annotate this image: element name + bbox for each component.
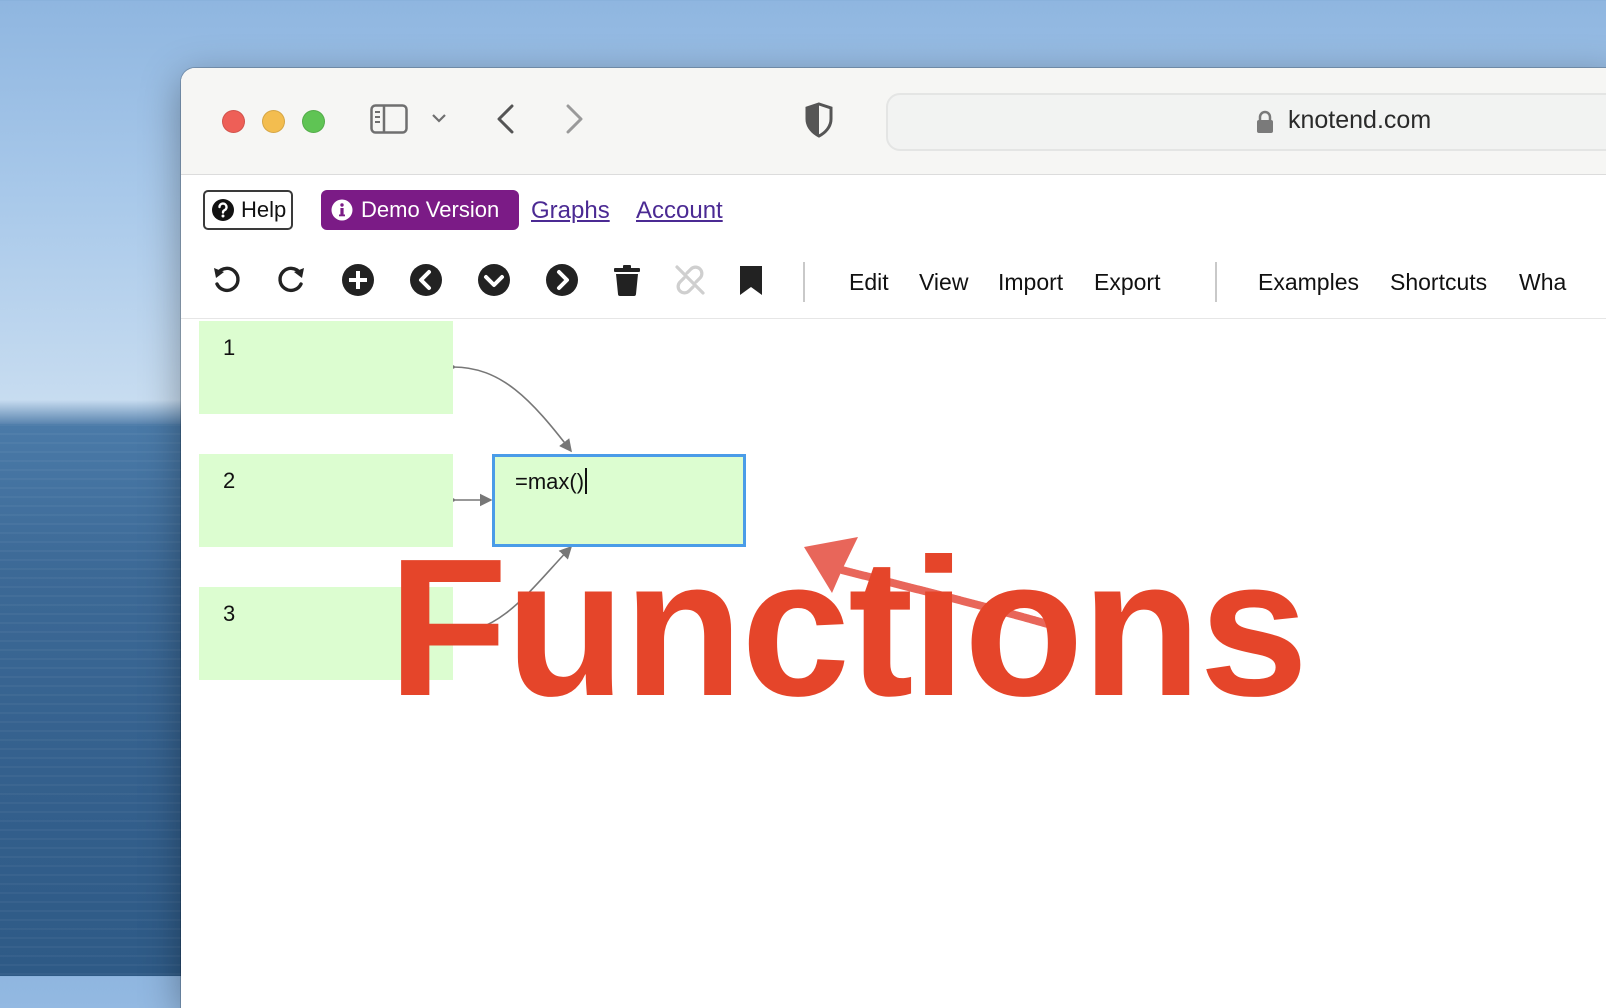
trash-icon — [614, 265, 640, 296]
node-label: 3 — [223, 601, 236, 626]
edge-1-to-max — [452, 366, 572, 453]
toolbar-separator — [803, 262, 805, 302]
node-formula-text[interactable]: =max() — [515, 469, 584, 494]
privacy-shield-icon[interactable] — [804, 102, 834, 138]
help-button[interactable]: Help — [203, 190, 293, 230]
menu-shortcuts[interactable]: Shortcuts — [1390, 269, 1487, 296]
menu-export[interactable]: Export — [1094, 269, 1160, 296]
redo-button[interactable] — [271, 260, 311, 300]
menu-whats-new[interactable]: Wha — [1519, 269, 1566, 296]
browser-titlebar: knotend.com — [181, 68, 1606, 175]
close-window-button[interactable] — [222, 110, 245, 133]
minimize-window-button[interactable] — [262, 110, 285, 133]
editor-toolbar: Edit View Import Export Examples Shortcu… — [181, 248, 1606, 319]
help-label: Help — [241, 197, 287, 222]
chevron-right-icon — [546, 264, 578, 296]
chevron-left-icon — [410, 264, 442, 296]
question-circle-icon — [212, 199, 234, 221]
bookmark-icon — [740, 266, 762, 295]
add-node-icon — [342, 264, 374, 296]
bookmark-button[interactable] — [731, 260, 771, 300]
desktop-wallpaper — [0, 424, 200, 976]
node-label: 1 — [223, 335, 236, 360]
add-node-button[interactable] — [338, 260, 378, 300]
lock-icon — [1257, 110, 1273, 133]
chevron-down-icon[interactable] — [431, 112, 447, 124]
delete-button[interactable] — [607, 260, 647, 300]
functions-caption: Functions — [388, 518, 1308, 737]
zoom-window-button[interactable] — [302, 110, 325, 133]
back-arrow-icon[interactable] — [494, 103, 516, 135]
info-circle-icon — [331, 199, 353, 221]
text-caret — [585, 468, 588, 494]
unlink-button[interactable] — [670, 260, 710, 300]
graphs-link[interactable]: Graphs — [531, 197, 610, 225]
sidebar-toggle-icon[interactable] — [370, 104, 408, 134]
redo-icon — [278, 266, 304, 292]
node-label: 2 — [223, 468, 236, 493]
unlink-icon — [675, 265, 705, 295]
toolbar-separator — [1215, 262, 1217, 302]
address-bar[interactable]: knotend.com — [886, 93, 1606, 151]
move-left-button[interactable] — [406, 260, 446, 300]
forward-arrow-icon[interactable] — [564, 103, 586, 135]
menu-edit[interactable]: Edit — [849, 269, 889, 296]
undo-icon — [214, 266, 240, 292]
address-url: knotend.com — [1288, 106, 1432, 134]
chevron-down-icon — [478, 264, 510, 296]
account-link[interactable]: Account — [636, 197, 723, 225]
demo-version-label: Demo Version — [361, 197, 500, 222]
move-down-button[interactable] — [474, 260, 514, 300]
menu-examples[interactable]: Examples — [1258, 269, 1359, 296]
demo-version-badge[interactable]: Demo Version — [321, 190, 519, 230]
undo-button[interactable] — [207, 260, 247, 300]
graph-node-1[interactable]: 1 — [199, 321, 453, 414]
move-right-button[interactable] — [542, 260, 582, 300]
menu-view[interactable]: View — [919, 269, 968, 296]
menu-import[interactable]: Import — [998, 269, 1063, 296]
